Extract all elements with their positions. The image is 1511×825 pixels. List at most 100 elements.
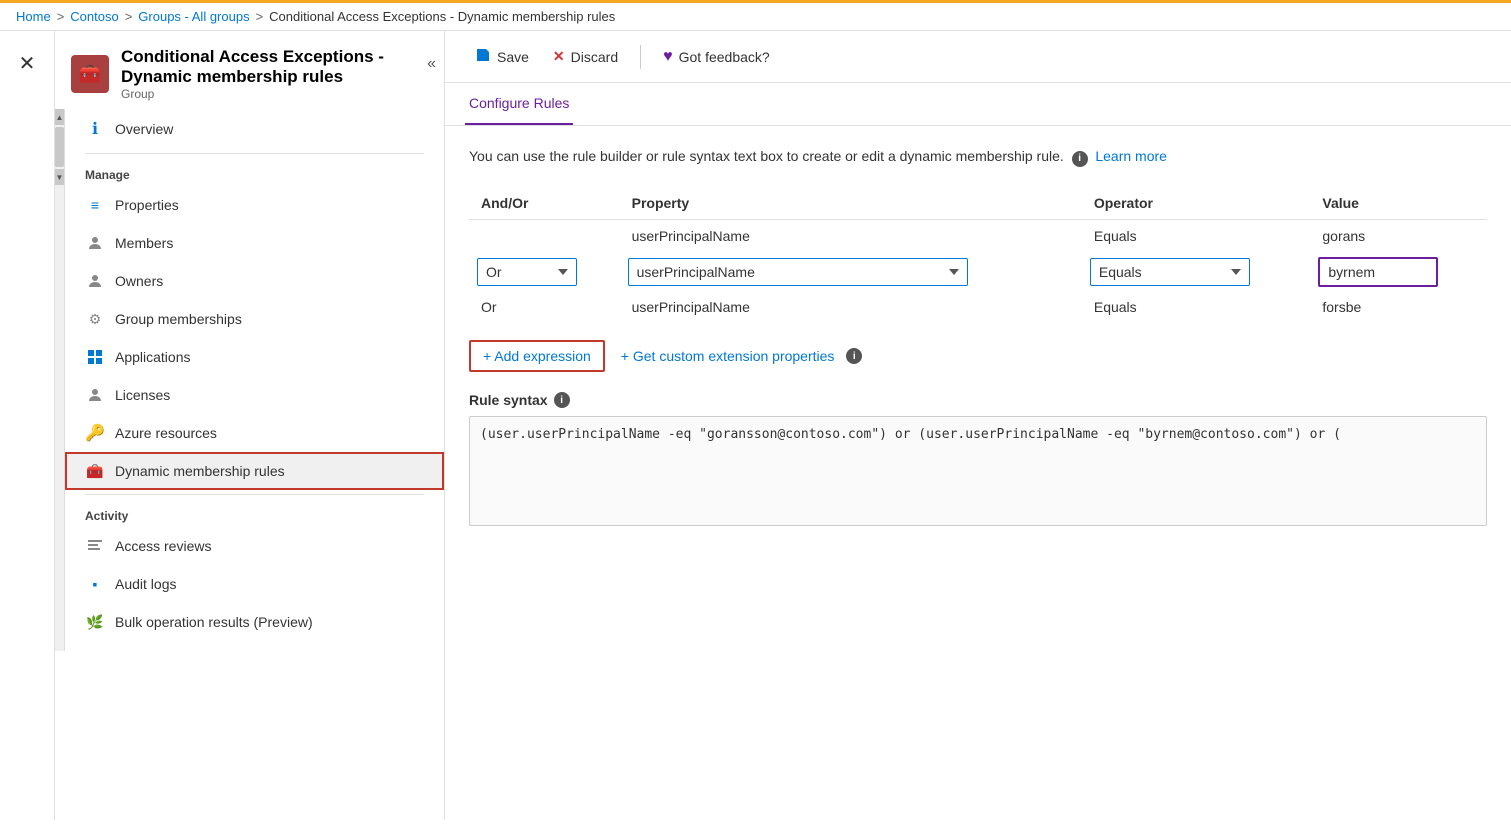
row2-andor-cell: Or And: [469, 253, 620, 292]
breadcrumb-home[interactable]: Home: [16, 9, 51, 24]
sidebar-item-bulk-operation[interactable]: 🌿 Bulk operation results (Preview): [65, 603, 444, 641]
info-text: You can use the rule builder or rule syn…: [469, 146, 1487, 167]
row3-andor: Or: [469, 291, 620, 324]
breadcrumb-sep-2: >: [125, 9, 133, 24]
col-header-andor: And/Or: [469, 187, 620, 220]
get-custom-extension-button[interactable]: + Get custom extension properties i: [621, 348, 863, 364]
sidebar-title-group: Conditional Access Exceptions - Dynamic …: [121, 47, 428, 101]
close-button[interactable]: ✕: [11, 43, 44, 84]
sidebar-scrollbar: ▲ ▼: [55, 109, 65, 651]
sidebar-title: Conditional Access Exceptions - Dynamic …: [121, 47, 428, 87]
azure-resources-label: Azure resources: [115, 425, 217, 441]
owners-icon: [85, 271, 105, 291]
property-select[interactable]: userPrincipalName displayName mail: [628, 258, 968, 286]
toolbar: Save ✕ Discard ♥ Got feedback?: [445, 31, 1511, 83]
group-icon: 🧰: [71, 55, 109, 93]
add-expression-button[interactable]: + Add expression: [469, 340, 605, 372]
row2-value-cell: [1310, 253, 1487, 292]
access-reviews-icon: [85, 536, 105, 556]
bulk-operation-icon: 🌿: [85, 612, 105, 632]
access-reviews-label: Access reviews: [115, 538, 211, 554]
breadcrumb-sep-1: >: [57, 9, 65, 24]
row2-property-cell: userPrincipalName displayName mail: [620, 253, 1082, 292]
dynamic-membership-icon: 🧰: [85, 461, 105, 481]
info-icon: ℹ: [85, 119, 105, 139]
col-header-value: Value: [1310, 187, 1487, 220]
overview-text: Overview: [115, 121, 173, 137]
sidebar-collapse-button[interactable]: «: [419, 51, 444, 77]
discard-label: Discard: [571, 49, 618, 65]
scroll-thumb: [55, 127, 64, 167]
rule-syntax-label: Rule syntax i: [469, 392, 1487, 408]
main-content: Save ✕ Discard ♥ Got feedback? Configure…: [445, 31, 1511, 820]
custom-extension-info-icon[interactable]: i: [846, 348, 862, 364]
licenses-label: Licenses: [115, 387, 170, 403]
sidebar-item-dynamic-membership[interactable]: 🧰 Dynamic membership rules: [65, 452, 444, 490]
row3-operator: Equals: [1082, 291, 1311, 324]
feedback-button[interactable]: ♥ Got feedback?: [653, 42, 780, 72]
learn-more-link[interactable]: Learn more: [1095, 148, 1167, 164]
scroll-down[interactable]: ▼: [55, 169, 64, 185]
scroll-up[interactable]: ▲: [55, 109, 64, 125]
rule-syntax-textarea[interactable]: (user.userPrincipalName -eq "goransson@c…: [469, 416, 1487, 526]
table-header-row: And/Or Property Operator Value: [469, 187, 1487, 220]
sidebar-header: 🧰 Conditional Access Exceptions - Dynami…: [55, 31, 444, 109]
save-label: Save: [497, 49, 529, 65]
close-col: ✕: [0, 31, 55, 820]
feedback-heart-icon: ♥: [663, 48, 673, 66]
feedback-label: Got feedback?: [679, 49, 770, 65]
andor-select[interactable]: Or And: [477, 258, 577, 286]
breadcrumb-contoso[interactable]: Contoso: [70, 9, 118, 24]
sidebar-item-properties[interactable]: ≡ Properties: [65, 186, 444, 224]
row1-value: gorans: [1310, 220, 1487, 253]
sidebar: 🧰 Conditional Access Exceptions - Dynami…: [55, 31, 445, 820]
audit-logs-icon: ▪: [85, 574, 105, 594]
sidebar-item-audit-logs[interactable]: ▪ Audit logs: [65, 565, 444, 603]
tab-configure-rules[interactable]: Configure Rules: [465, 83, 573, 125]
sidebar-item-members[interactable]: Members: [65, 224, 444, 262]
sidebar-item-azure-resources[interactable]: 🔑 Azure resources: [65, 414, 444, 452]
sidebar-item-owners[interactable]: Owners: [65, 262, 444, 300]
members-label: Members: [115, 235, 173, 251]
sidebar-item-group-memberships[interactable]: ⚙ Group memberships: [65, 300, 444, 338]
activity-section-label: Activity: [65, 499, 444, 527]
rule-syntax-info-icon[interactable]: i: [554, 392, 570, 408]
save-icon: [475, 47, 491, 66]
col-header-property: Property: [620, 187, 1082, 220]
properties-label: Properties: [115, 197, 179, 213]
azure-resources-icon: 🔑: [85, 423, 105, 443]
licenses-icon: [85, 385, 105, 405]
breadcrumb-all-groups[interactable]: Groups - All groups: [138, 9, 249, 24]
sidebar-item-overview[interactable]: ℹ Properties Overview: [65, 109, 444, 149]
group-memberships-icon: ⚙: [85, 309, 105, 329]
table-row: Or userPrincipalName Equals forsbe: [469, 291, 1487, 324]
sidebar-subtitle: Group: [121, 87, 428, 101]
owners-label: Owners: [115, 273, 163, 289]
operator-select[interactable]: Equals Not Equals Contains: [1090, 258, 1250, 286]
row1-property: userPrincipalName: [620, 220, 1082, 253]
toolbar-divider: [640, 45, 641, 69]
sidebar-item-licenses[interactable]: Licenses: [65, 376, 444, 414]
save-button[interactable]: Save: [465, 41, 539, 72]
breadcrumb: Home > Contoso > Groups - All groups > C…: [0, 0, 1511, 31]
sidebar-item-access-reviews[interactable]: Access reviews: [65, 527, 444, 565]
manage-section-label: Manage: [65, 158, 444, 186]
info-tooltip-icon[interactable]: i: [1072, 151, 1088, 167]
audit-logs-label: Audit logs: [115, 576, 176, 592]
bulk-operation-label: Bulk operation results (Preview): [115, 614, 313, 630]
sidebar-item-applications[interactable]: Applications: [65, 338, 444, 376]
row3-value: forsbe: [1310, 291, 1487, 324]
dynamic-membership-label: Dynamic membership rules: [115, 463, 285, 479]
manage-divider: [85, 153, 424, 154]
discard-button[interactable]: ✕ Discard: [543, 42, 628, 71]
col-header-operator: Operator: [1082, 187, 1311, 220]
row2-operator-cell: Equals Not Equals Contains: [1082, 253, 1311, 292]
value-input[interactable]: [1318, 257, 1438, 287]
get-custom-label: + Get custom extension properties: [621, 348, 835, 364]
content-area: You can use the rule builder or rule syn…: [445, 126, 1511, 549]
breadcrumb-current: Conditional Access Exceptions - Dynamic …: [269, 9, 615, 24]
discard-icon: ✕: [553, 48, 565, 65]
table-row-editable: Or And userPrincipalName displayName mai…: [469, 253, 1487, 292]
rules-table: And/Or Property Operator Value userPrinc…: [469, 187, 1487, 324]
row1-operator: Equals: [1082, 220, 1311, 253]
